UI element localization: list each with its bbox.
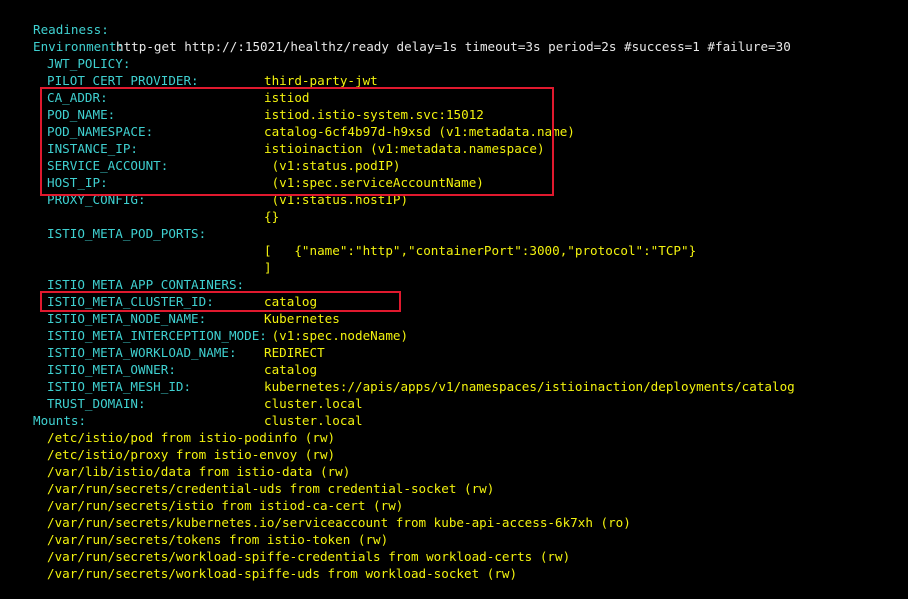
env-value: {} — [264, 209, 280, 224]
mount-item: /var/run/secrets/workload-spiffe-uds fro… — [0, 548, 517, 581]
env-row: ISTIO_META_POD_PORTS: [ — [0, 208, 272, 258]
mount-item: /var/run/secrets/tokens from istio-token… — [0, 514, 388, 547]
env-name: ISTIO_META_OWNER: — [47, 362, 176, 377]
env-row: ISTIO_META_CLUSTER_ID: Kubernetes — [0, 276, 340, 326]
mount-path: /etc/istio/pod from istio-podinfo (rw) — [47, 430, 336, 445]
env-row: HOST_IP: (v1:status.hostIP) — [0, 157, 408, 207]
env-row: ISTIO_META_APP_CONTAINERS: catalog — [0, 259, 317, 309]
readiness-label: Readiness: — [33, 22, 109, 37]
env-value: REDIRECT — [264, 345, 325, 360]
env-row: ISTIO_META_NODE_NAME: (v1:spec.nodeName) — [0, 293, 408, 343]
mount-item: /etc/istio/pod from istio-podinfo (rw) — [0, 412, 335, 445]
terminal-window[interactable]: Readiness: http-get http://:15021/health… — [0, 0, 908, 581]
env-name: ISTIO_META_MESH_ID: — [47, 379, 192, 394]
env-row: JWT_POLICY: third-party-jwt — [0, 38, 378, 88]
mount-item: /etc/istio/proxy from istio-envoy (rw) — [0, 429, 335, 462]
env-name: ISTIO_META_INTERCEPTION_MODE: — [47, 328, 267, 343]
mount-path: /var/run/secrets/kubernetes.io/serviceac… — [47, 515, 631, 530]
env-row: SERVICE_ACCOUNT: (v1:spec.serviceAccount… — [0, 140, 484, 190]
env-value: Kubernetes — [264, 311, 340, 326]
env-value: cluster.local — [264, 396, 363, 411]
env-value: catalog — [264, 362, 318, 377]
mount-item: /var/run/secrets/credential-uds from cre… — [0, 463, 494, 496]
env-row: ISTIO_META_INTERCEPTION_MODE: REDIRECT — [0, 310, 325, 360]
env-row: POD_NAMESPACE: istioinaction (v1:metadat… — [0, 106, 545, 156]
env-name: ISTIO_META_NODE_NAME: — [47, 311, 207, 326]
readiness-value: http-get http://:15021/healthz/ready del… — [116, 39, 791, 54]
mount-path: /var/run/secrets/istio from istiod-ca-ce… — [47, 498, 404, 513]
env-row: {"name":"http","containerPort":3000,"pro… — [0, 225, 696, 258]
mount-path: /etc/istio/proxy from istio-envoy (rw) — [47, 447, 336, 462]
highlight-box-pod-env — [40, 87, 554, 196]
mount-item: /var/run/secrets/istio from istiod-ca-ce… — [0, 480, 403, 513]
env-row: ISTIO_META_WORKLOAD_NAME: catalog — [0, 327, 317, 377]
env-row: POD_NAME: catalog-6cf4b97d-h9xsd (v1:met… — [0, 89, 575, 139]
env-value: (v1:spec.nodeName) — [264, 328, 409, 343]
env-value: cluster.local — [264, 413, 363, 428]
mount-item: /var/run/secrets/kubernetes.io/serviceac… — [0, 497, 631, 530]
environment-header: Environment: — [0, 21, 124, 54]
env-row: INSTANCE_IP: (v1:status.podIP) — [0, 123, 400, 173]
highlight-box-node-name — [40, 291, 401, 312]
readiness-line: Readiness: http-get http://:15021/health… — [0, 4, 791, 54]
mount-path: /var/run/secrets/tokens from istio-token… — [47, 532, 389, 547]
env-value: kubernetes://apis/apps/v1/namespaces/ist… — [264, 379, 795, 394]
mounts-header: Mounts: — [0, 395, 86, 428]
env-value: {"name":"http","containerPort":3000,"pro… — [264, 243, 697, 258]
mount-item: /var/lib/istio/data from istio-data (rw) — [0, 446, 350, 479]
mount-path: /var/run/secrets/credential-uds from cre… — [47, 481, 495, 496]
env-name: ISTIO_META_POD_PORTS: — [47, 226, 207, 241]
env-name: ISTIO_META_WORKLOAD_NAME: — [47, 345, 237, 360]
mount-path: /var/run/secrets/workload-spiffe-uds fro… — [47, 566, 518, 581]
mount-path: /var/lib/istio/data from istio-data (rw) — [47, 464, 351, 479]
env-value: ] — [264, 260, 272, 275]
mount-item: /var/run/secrets/workload-spiffe-credent… — [0, 531, 570, 564]
env-name: TRUST_DOMAIN: — [47, 396, 146, 411]
env-row: ISTIO_META_OWNER: kubernetes://apis/apps… — [0, 344, 795, 394]
env-row: TRUST_DOMAIN: cluster.local — [0, 378, 363, 428]
mounts-label: Mounts: — [33, 413, 87, 428]
env-row: ] — [0, 242, 272, 275]
env-row: ISTIO_META_MESH_ID: cluster.local — [0, 361, 363, 411]
env-name: JWT_POLICY: — [47, 56, 131, 71]
env-row: PILOT_CERT_PROVIDER: istiod — [0, 55, 310, 105]
env-row: PROXY_CONFIG: {} — [0, 174, 279, 224]
env-row: CA_ADDR: istiod.istio-system.svc:15012 — [0, 72, 484, 122]
environment-label: Environment: — [33, 39, 124, 54]
mount-path: /var/run/secrets/workload-spiffe-credent… — [47, 549, 571, 564]
